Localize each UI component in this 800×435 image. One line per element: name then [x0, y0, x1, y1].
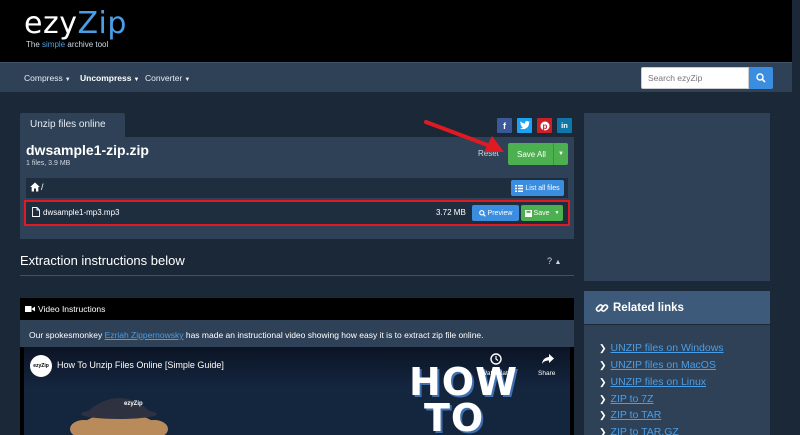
chevron-right-icon: ❯ — [599, 427, 607, 435]
caret-down-icon[interactable]: ▼ — [555, 210, 560, 216]
related-link-zip-to-tar[interactable]: ❯ ZIP to TAR — [599, 409, 661, 421]
svg-text:p: p — [542, 122, 547, 131]
pinterest-icon[interactable]: p — [537, 118, 552, 133]
path-bar: / List all files — [26, 178, 568, 198]
related-links-header: Related links — [584, 291, 770, 325]
ad-placeholder — [584, 113, 770, 281]
nav-converter[interactable]: Converter ▼ — [145, 63, 190, 93]
save-all-dropdown-toggle[interactable]: ▼ — [553, 143, 568, 165]
extraction-instructions-heading: Extraction instructions below — [20, 253, 185, 268]
youtube-embed[interactable]: ezyZip How To Unzip Files Online [Simple… — [24, 347, 570, 435]
chevron-right-icon: ❯ — [599, 394, 607, 404]
caret-down-icon: ▼ — [133, 77, 140, 83]
related-links-panel: Related links ❯ UNZIP files on Windows ❯ U… — [584, 291, 770, 435]
help-icon: ? — [547, 256, 553, 266]
list-icon — [515, 184, 524, 192]
monkey-mascot-image: ezyZip — [70, 398, 168, 435]
thumbnail-title: HOW TO — [409, 360, 519, 435]
search-button[interactable] — [749, 67, 773, 89]
caret-up-icon: ▲ — [554, 259, 562, 266]
share-button[interactable]: Share — [538, 370, 555, 377]
save-file-button[interactable]: Save ▼ — [521, 205, 563, 221]
logo-text-ezy: ezy — [24, 6, 78, 41]
chevron-right-icon: ❯ — [599, 343, 607, 353]
channel-avatar[interactable]: ezyZip — [30, 355, 52, 377]
video-description-row: Our spokesmonkey Ezriah Zippernowsky has… — [20, 320, 574, 347]
annotation-arrow — [424, 120, 504, 152]
video-instructions-panel: Video Instructions Our spokesmonkey Ezri… — [20, 298, 574, 435]
extraction-toggle[interactable]: ? ▲ — [547, 256, 561, 266]
twitter-icon[interactable] — [517, 118, 532, 133]
chevron-right-icon: ❯ — [599, 410, 607, 420]
chevron-right-icon: ❯ — [599, 377, 607, 387]
video-camera-icon — [25, 306, 35, 312]
save-all-button[interactable]: Save All ▼ — [508, 143, 568, 165]
related-link-unzip-macos[interactable]: ❯ UNZIP files on MacOS — [599, 359, 716, 371]
divider — [20, 275, 574, 276]
logo-text-zip: Zip — [77, 6, 127, 41]
video-description: Our spokesmonkey Ezriah Zippernowsky has… — [29, 330, 484, 340]
caret-down-icon: ▼ — [64, 77, 71, 83]
home-icon[interactable] — [30, 182, 40, 192]
linkedin-icon[interactable]: in — [557, 118, 572, 133]
clock-icon[interactable] — [490, 353, 502, 365]
ezyzip-logo[interactable]: ezyZip The simple archive tool — [24, 6, 127, 49]
file-size: 3.72 MB — [436, 208, 466, 217]
video-instructions-header: Video Instructions — [20, 298, 574, 320]
related-link-zip-to-targz[interactable]: ❯ ZIP to TAR.GZ — [599, 426, 679, 435]
youtube-video-title[interactable]: How To Unzip Files Online [Simple Guide] — [57, 360, 224, 370]
list-all-files-button[interactable]: List all files — [511, 180, 564, 196]
watch-later-button[interactable]: Watch later — [481, 370, 514, 377]
tab-unzip-files-online[interactable]: Unzip files online — [20, 113, 125, 137]
main-nav: Compress ▼ Uncompress ▼ Converter ▼ — [0, 62, 800, 92]
spokesmonkey-link[interactable]: Ezriah Zippernowsky — [105, 330, 184, 340]
file-icon — [32, 207, 40, 217]
nav-compress[interactable]: Compress ▼ — [24, 63, 71, 93]
related-link-unzip-linux[interactable]: ❯ UNZIP files on Linux — [599, 376, 706, 388]
preview-button[interactable]: Preview — [472, 205, 519, 221]
file-row[interactable]: dwsample1-mp3.mp3 3.72 MB Preview Save ▼ — [24, 200, 570, 226]
file-name[interactable]: dwsample1-mp3.mp3 — [43, 208, 119, 217]
nav-uncompress[interactable]: Uncompress ▼ — [80, 63, 139, 93]
svg-text:ezyZip: ezyZip — [124, 401, 143, 407]
search-icon — [756, 73, 766, 83]
current-path: / — [41, 182, 44, 192]
share-icon[interactable] — [542, 353, 554, 365]
floppy-icon — [524, 209, 532, 217]
link-icon — [595, 304, 609, 312]
archive-name: dwsample1-zip.zip — [26, 142, 149, 158]
search-icon — [478, 209, 486, 217]
related-link-unzip-windows[interactable]: ❯ UNZIP files on Windows — [599, 342, 724, 354]
caret-down-icon: ▼ — [184, 77, 191, 83]
page-scrollbar[interactable] — [792, 0, 800, 435]
related-link-zip-to-7z[interactable]: ❯ ZIP to 7Z — [599, 393, 654, 405]
save-all-label: Save All — [517, 149, 546, 159]
search-input[interactable] — [641, 67, 749, 89]
archive-meta: 1 files, 3.9 MB — [26, 160, 71, 167]
related-links-title: Related links — [613, 302, 684, 314]
top-header: ezyZip The simple archive tool — [0, 0, 800, 62]
chevron-right-icon: ❯ — [599, 360, 607, 370]
